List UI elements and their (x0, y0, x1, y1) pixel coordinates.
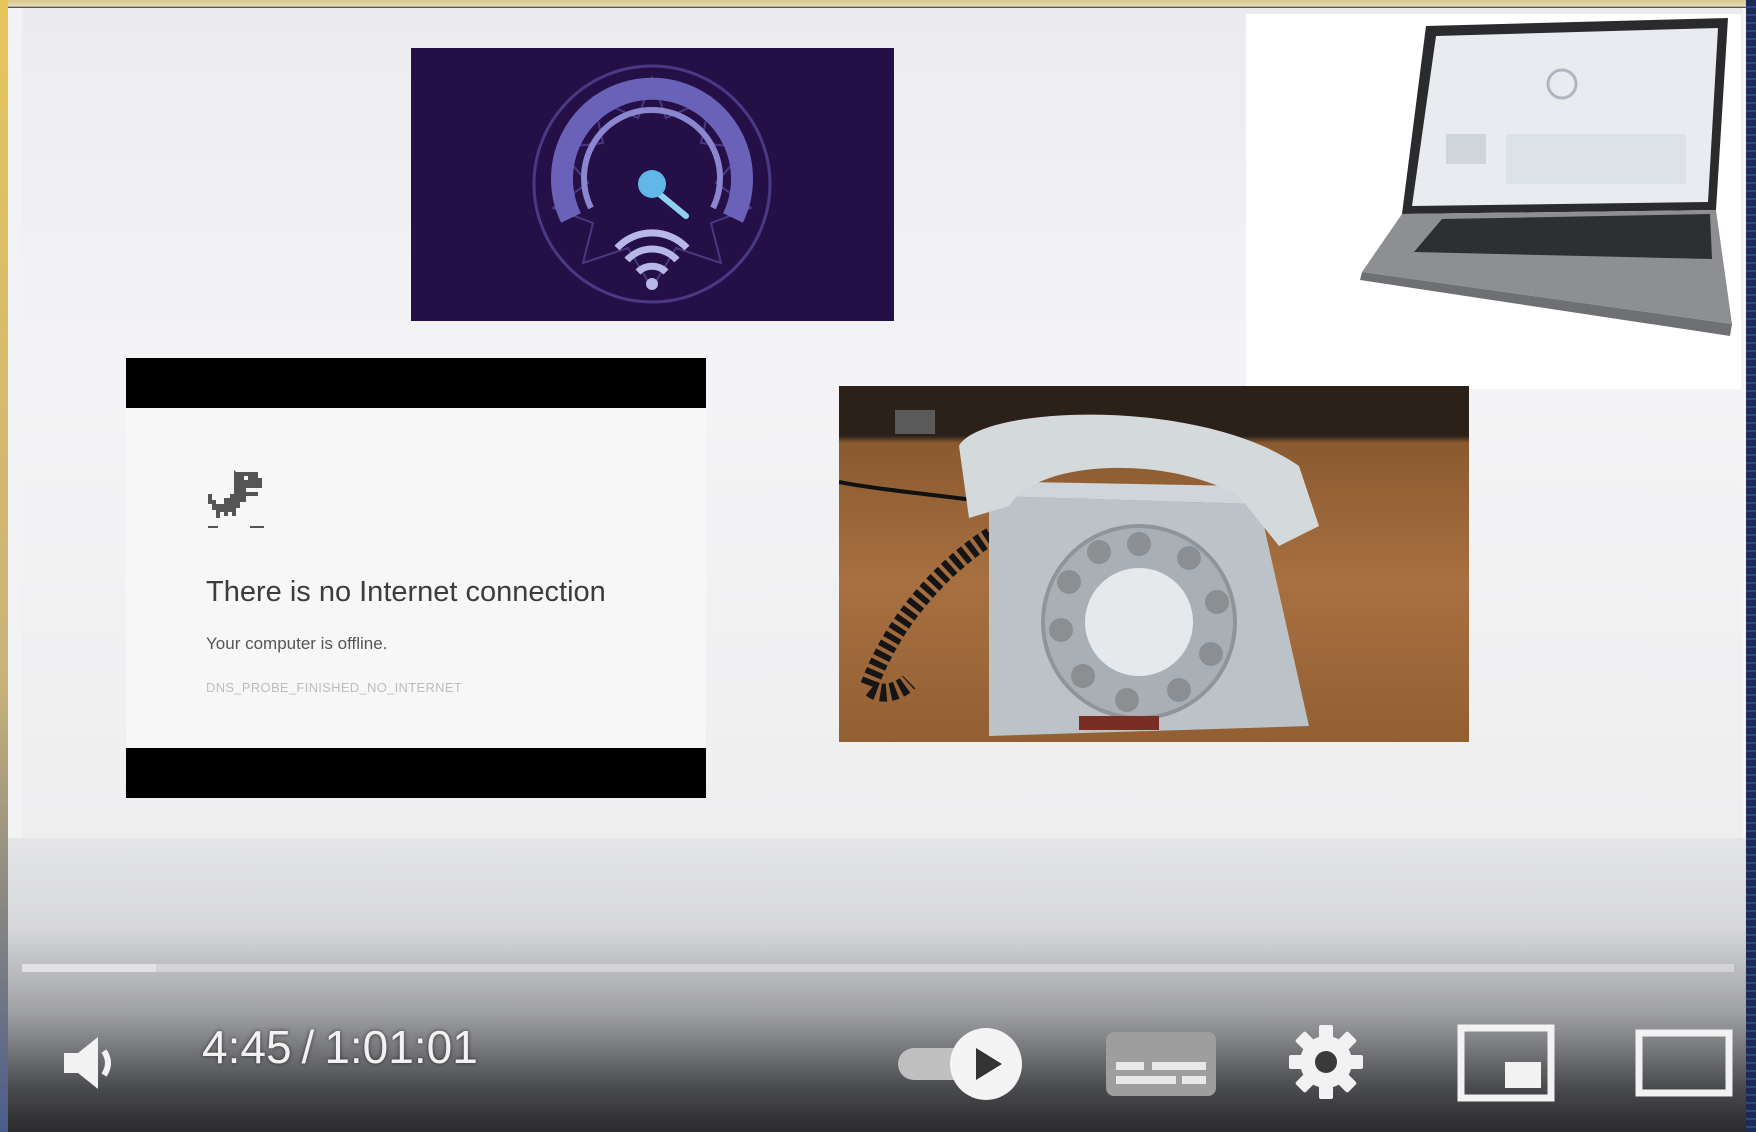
duration: 1:01:01 (324, 1021, 478, 1073)
laptop-icon (1360, 18, 1732, 336)
speedometer-wifi-icon (532, 64, 772, 304)
subtitles-icon (1106, 1032, 1216, 1096)
subtitles-button[interactable] (1100, 1026, 1222, 1102)
offline-error-screenshot: There is no Internet connection Your com… (126, 358, 706, 798)
video-player[interactable]: There is no Internet connection Your com… (8, 8, 1746, 1132)
theater-mode-button[interactable] (1632, 1022, 1736, 1106)
autoplay-toggle[interactable] (886, 1024, 1026, 1104)
telephone-icon (839, 410, 1319, 736)
dinosaur-icon (208, 470, 264, 528)
time-separator: / (301, 1021, 315, 1073)
letterbox-bar (126, 358, 706, 408)
current-time: 4:45 (202, 1021, 292, 1073)
gear-icon (1289, 1025, 1363, 1099)
letterbox-bar (126, 748, 706, 798)
rotary-phone-image (839, 386, 1469, 742)
time-display: 4:45/1:01:01 (202, 1020, 478, 1074)
window-frame-right (1746, 0, 1756, 1132)
miniplayer-icon (1457, 1024, 1555, 1102)
video-frame-slide: There is no Internet connection Your com… (22, 8, 1742, 838)
seek-bar-played (22, 964, 156, 972)
miniplayer-button[interactable] (1454, 1022, 1558, 1106)
autoplay-toggle-icon (898, 1028, 1022, 1100)
settings-button[interactable] (1284, 1020, 1368, 1104)
speedtest-image (411, 48, 894, 321)
mute-button[interactable] (54, 1028, 124, 1098)
seek-bar[interactable] (22, 964, 1734, 972)
window-frame-left (0, 0, 8, 1132)
theater-mode-icon (1635, 1029, 1733, 1097)
volume-icon (64, 1037, 111, 1089)
laptop-image (1246, 14, 1741, 389)
offline-error-code: DNS_PROBE_FINISHED_NO_INTERNET (206, 680, 463, 695)
offline-title: There is no Internet connection (206, 576, 606, 608)
offline-subtitle: Your computer is offline. (206, 634, 388, 653)
